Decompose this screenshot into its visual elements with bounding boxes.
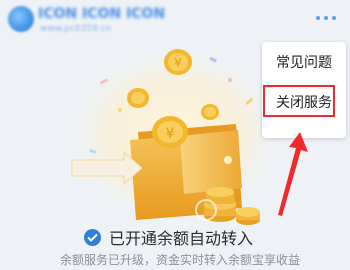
coin-icon: ¥	[152, 116, 188, 148]
wallet-illustration: ¥ ¥	[60, 40, 290, 230]
svg-text:¥: ¥	[166, 126, 175, 142]
check-icon	[84, 228, 101, 246]
more-dots-icon[interactable]	[316, 12, 340, 24]
wallet-flap	[180, 130, 242, 194]
wallet-clasp	[224, 156, 232, 164]
confetti	[118, 108, 122, 112]
coin-stack-icon	[204, 187, 236, 222]
site-logo-icon	[8, 6, 34, 32]
menu-item-faq[interactable]: 常见问题	[262, 48, 346, 78]
status-subtitle: 余额服务已升级，资金实时转入余额宝享收益	[60, 253, 301, 267]
top-bar: ICON ICON ICON www.pc0359.cn	[0, 0, 350, 40]
annotation-arrow-icon	[278, 132, 308, 216]
status-row: 已开通余额自动转入	[84, 226, 253, 248]
coin-icon	[127, 88, 149, 108]
status-title: 已开通余额自动转入	[109, 229, 254, 248]
confetti	[228, 78, 232, 82]
coin-icon: ¥	[164, 49, 192, 75]
highlight-box	[263, 85, 335, 117]
svg-text:¥: ¥	[174, 56, 182, 70]
coin-icon	[201, 104, 219, 120]
site-watermark-name: ICON ICON ICON	[38, 6, 166, 22]
coin-stack-icon	[236, 207, 260, 225]
site-watermark-url: www.pc0359.cn	[40, 24, 112, 34]
